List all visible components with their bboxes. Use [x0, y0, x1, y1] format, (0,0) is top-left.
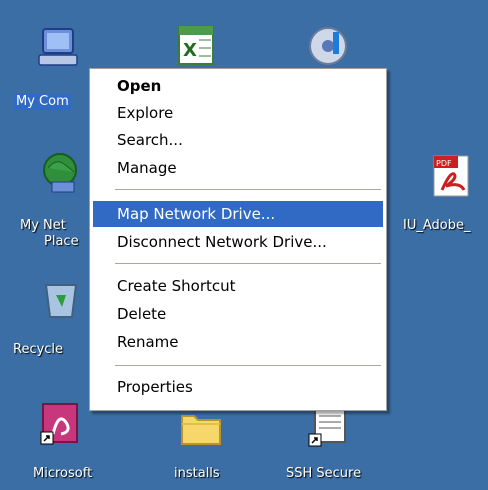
menu-item-map-network-drive[interactable]: Map Network Drive... — [93, 201, 383, 227]
media-player-icon[interactable] — [305, 22, 351, 68]
menu-item-explore[interactable]: Explore — [93, 100, 383, 126]
recycle-bin-label[interactable]: Recycle — [13, 342, 63, 358]
access-label[interactable]: Microsoft — [33, 466, 92, 482]
access-icon[interactable] — [37, 400, 83, 446]
menu-item-create-shortcut[interactable]: Create Shortcut — [93, 273, 383, 299]
menu-separator-3 — [115, 365, 381, 366]
menu-item-properties[interactable]: Properties — [93, 374, 383, 400]
menu-separator-2 — [115, 263, 381, 264]
my-computer-icon[interactable] — [35, 25, 81, 71]
ssh-label[interactable]: SSH Secure — [286, 466, 361, 482]
recycle-bin-icon[interactable] — [38, 275, 84, 321]
svg-text:X: X — [183, 40, 197, 61]
menu-item-manage[interactable]: Manage — [93, 155, 383, 181]
my-computer-label[interactable]: My Com — [14, 94, 71, 110]
menu-item-open[interactable]: Open — [93, 73, 383, 99]
desktop: My Com X My Net Place PDF IU_Adobe_ Recy… — [0, 0, 488, 490]
excel-icon[interactable]: X — [173, 22, 219, 68]
adobe-label[interactable]: IU_Adobe_ — [403, 218, 470, 234]
network-globe-icon[interactable] — [38, 150, 84, 196]
pdf-badge-text: PDF — [436, 159, 452, 168]
my-network-label-line2[interactable]: Place — [44, 234, 79, 250]
menu-item-search[interactable]: Search... — [93, 127, 383, 153]
menu-item-rename[interactable]: Rename — [93, 329, 383, 355]
installs-label[interactable]: installs — [174, 466, 220, 482]
menu-item-delete[interactable]: Delete — [93, 301, 383, 327]
pdf-icon[interactable]: PDF — [428, 152, 474, 198]
menu-separator-1 — [115, 189, 381, 190]
context-menu: Open Explore Search... Manage Map Networ… — [89, 68, 387, 411]
menu-item-disconnect-network-drive[interactable]: Disconnect Network Drive... — [93, 229, 383, 255]
my-network-label-line1[interactable]: My Net — [20, 218, 66, 234]
